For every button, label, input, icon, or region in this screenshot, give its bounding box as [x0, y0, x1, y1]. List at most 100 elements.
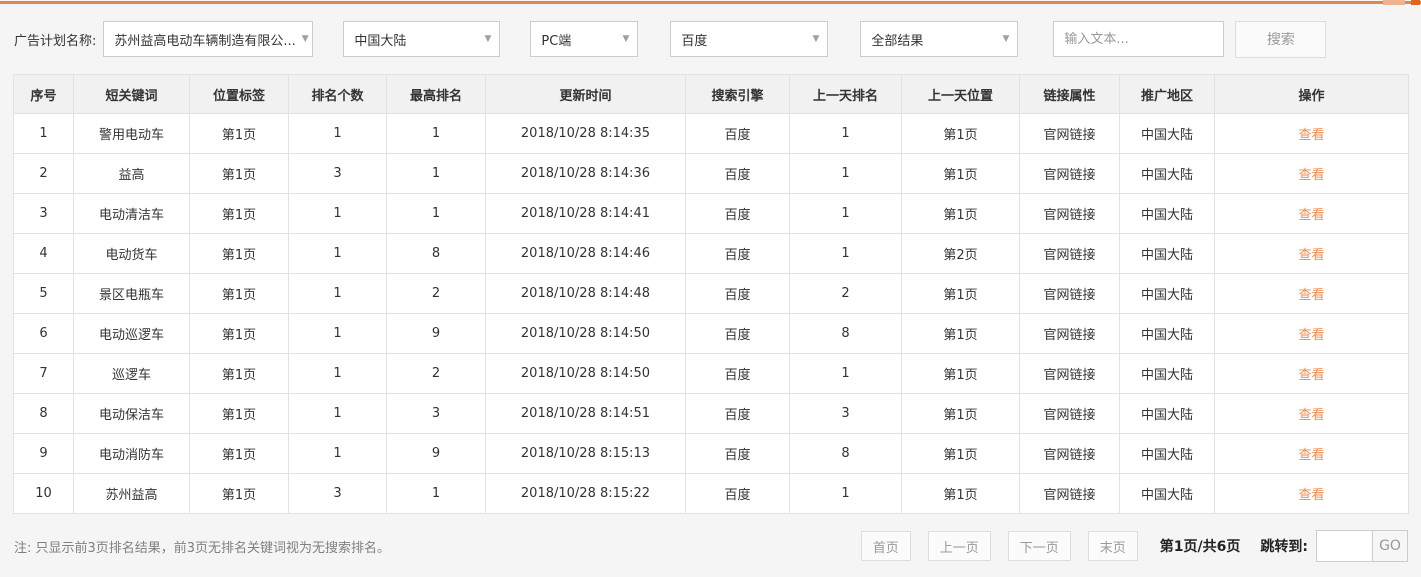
table-row: 10 苏州益高 第1页 3 1 2018/10/28 8:15:22 百度 1 第1页 官网链接中…: [13, 473, 1409, 514]
footer-bar: 注: 只显示前3页排名结果，前3页无排名关键词视为无搜索排名。 首页 上一页 下…: [14, 530, 1408, 562]
table-cell: 3: [288, 153, 387, 194]
table-cell: 2018/10/28 8:14:51: [485, 393, 686, 434]
view-link[interactable]: 查看: [1298, 408, 1324, 423]
table-cell: 中国大陆: [1119, 393, 1215, 434]
table-cell: 1: [386, 153, 486, 194]
table-cell: 第1页: [901, 473, 1020, 514]
jump-group: GO: [1316, 530, 1408, 562]
table-cell: 1: [386, 193, 486, 234]
table-cell: 中国大陆: [1119, 113, 1215, 154]
table-cell: 1: [789, 473, 902, 514]
table-cell: 第1页: [189, 193, 289, 234]
table-cell: 百度: [685, 473, 790, 514]
top-accent-line: [0, 1, 1421, 4]
table-cell: 3: [288, 473, 387, 514]
table-cell: 1: [288, 233, 387, 274]
view-link[interactable]: 查看: [1298, 168, 1324, 183]
ranking-table: 序号 短关键词 位置标签 排名个数 最高排名 更新时间 搜索引擎 上一天排名 上一天位置 链接属性…: [13, 74, 1409, 514]
table-cell: 中国大陆: [1119, 273, 1215, 314]
region-select-value: 中国大陆: [354, 33, 407, 49]
jump-to-label: 跳转到:: [1260, 539, 1308, 555]
column-header: 最高排名: [386, 74, 486, 114]
region-select[interactable]: 中国大陆 ▼: [343, 21, 501, 57]
table-cell: 官网链接: [1019, 113, 1120, 154]
table-cell: 第1页: [189, 233, 289, 274]
table-cell: 1: [13, 113, 74, 154]
column-header: 操作: [1214, 74, 1409, 114]
table-cell: 2: [386, 353, 486, 394]
action-cell: 查看: [1214, 193, 1409, 234]
view-link[interactable]: 查看: [1298, 128, 1324, 143]
table-cell: 官网链接: [1019, 473, 1120, 514]
table-cell: 1: [789, 153, 902, 194]
table-cell: 第1页: [901, 313, 1020, 354]
footnote: 注: 只显示前3页排名结果，前3页无排名关键词视为无搜索排名。: [14, 540, 391, 556]
last-page-button[interactable]: 末页: [1087, 531, 1138, 561]
table-cell: 2018/10/28 8:14:50: [485, 353, 686, 394]
device-select[interactable]: PC端 ▼: [530, 21, 639, 57]
prev-page-button[interactable]: 上一页: [927, 531, 991, 561]
engine-select[interactable]: 百度 ▼: [670, 21, 829, 57]
table-cell: 2018/10/28 8:14:50: [485, 313, 686, 354]
view-link[interactable]: 查看: [1298, 488, 1324, 503]
result-type-select[interactable]: 全部结果 ▼: [860, 21, 1019, 57]
ranking-table-wrap: 序号 短关键词 位置标签 排名个数 最高排名 更新时间 搜索引擎 上一天排名 上一天位置 链接属性…: [13, 74, 1409, 514]
table-cell: 电动保洁车: [73, 393, 190, 434]
table-cell: 1: [386, 473, 486, 514]
table-cell: 8: [789, 433, 902, 474]
table-cell: 官网链接: [1019, 433, 1120, 474]
table-cell: 9: [386, 433, 486, 474]
table-cell: 巡逻车: [73, 353, 190, 394]
column-header: 位置标签: [189, 74, 289, 114]
action-cell: 查看: [1214, 393, 1409, 434]
table-cell: 7: [13, 353, 74, 394]
action-cell: 查看: [1214, 153, 1409, 194]
table-row: 1 警用电动车 第1页 1 1 2018/10/28 8:14:35 百度 1 第1页 官网链接中…: [13, 113, 1409, 154]
table-cell: 1: [288, 193, 387, 234]
view-link[interactable]: 查看: [1298, 248, 1324, 263]
go-button[interactable]: GO: [1372, 531, 1407, 561]
next-page-button[interactable]: 下一页: [1007, 531, 1071, 561]
table-cell: 第1页: [189, 473, 289, 514]
table-cell: 第1页: [189, 273, 289, 314]
table-cell: 电动货车: [73, 233, 190, 274]
jump-page-input[interactable]: [1317, 531, 1372, 561]
table-cell: 中国大陆: [1119, 313, 1215, 354]
table-cell: 电动巡逻车: [73, 313, 190, 354]
table-cell: 百度: [685, 313, 790, 354]
table-cell: 电动消防车: [73, 433, 190, 474]
view-link[interactable]: 查看: [1298, 368, 1324, 383]
table-cell: 6: [13, 313, 74, 354]
view-link[interactable]: 查看: [1298, 328, 1324, 343]
table-cell: 第2页: [901, 233, 1020, 274]
campaign-select[interactable]: 苏州益高电动车辆制造有限公... ▼: [103, 21, 314, 57]
table-cell: 8: [789, 313, 902, 354]
table-row: 4 电动货车 第1页 1 8 2018/10/28 8:14:46 百度 1 第2页 官网链接 中国…: [13, 233, 1409, 274]
table-cell: 5: [13, 273, 74, 314]
view-link[interactable]: 查看: [1298, 208, 1324, 223]
first-page-button[interactable]: 首页: [860, 531, 911, 561]
table-cell: 8: [13, 393, 74, 434]
action-cell: 查看: [1214, 433, 1409, 474]
keyword-search-input[interactable]: [1053, 21, 1225, 57]
search-button[interactable]: 搜索: [1235, 20, 1327, 58]
view-link[interactable]: 查看: [1298, 448, 1324, 463]
table-cell: 第1页: [901, 273, 1020, 314]
table-cell: 官网链接: [1019, 233, 1120, 274]
action-cell: 查看: [1214, 273, 1409, 314]
table-cell: 10: [13, 473, 74, 514]
window-artifact: [1411, 0, 1420, 5]
page-info: 第1页/共6页: [1159, 539, 1241, 555]
chevron-down-icon: ▼: [622, 34, 630, 44]
table-cell: 电动清洁车: [73, 193, 190, 234]
table-cell: 警用电动车: [73, 113, 190, 154]
table-cell: 3: [13, 193, 74, 234]
table-cell: 官网链接: [1019, 153, 1120, 194]
table-cell: 第1页: [901, 153, 1020, 194]
table-cell: 第1页: [901, 193, 1020, 234]
table-cell: 1: [789, 113, 902, 154]
table-cell: 官网链接: [1019, 313, 1120, 354]
view-link[interactable]: 查看: [1298, 288, 1324, 303]
table-cell: 1: [386, 113, 486, 154]
action-cell: 查看: [1214, 473, 1409, 514]
